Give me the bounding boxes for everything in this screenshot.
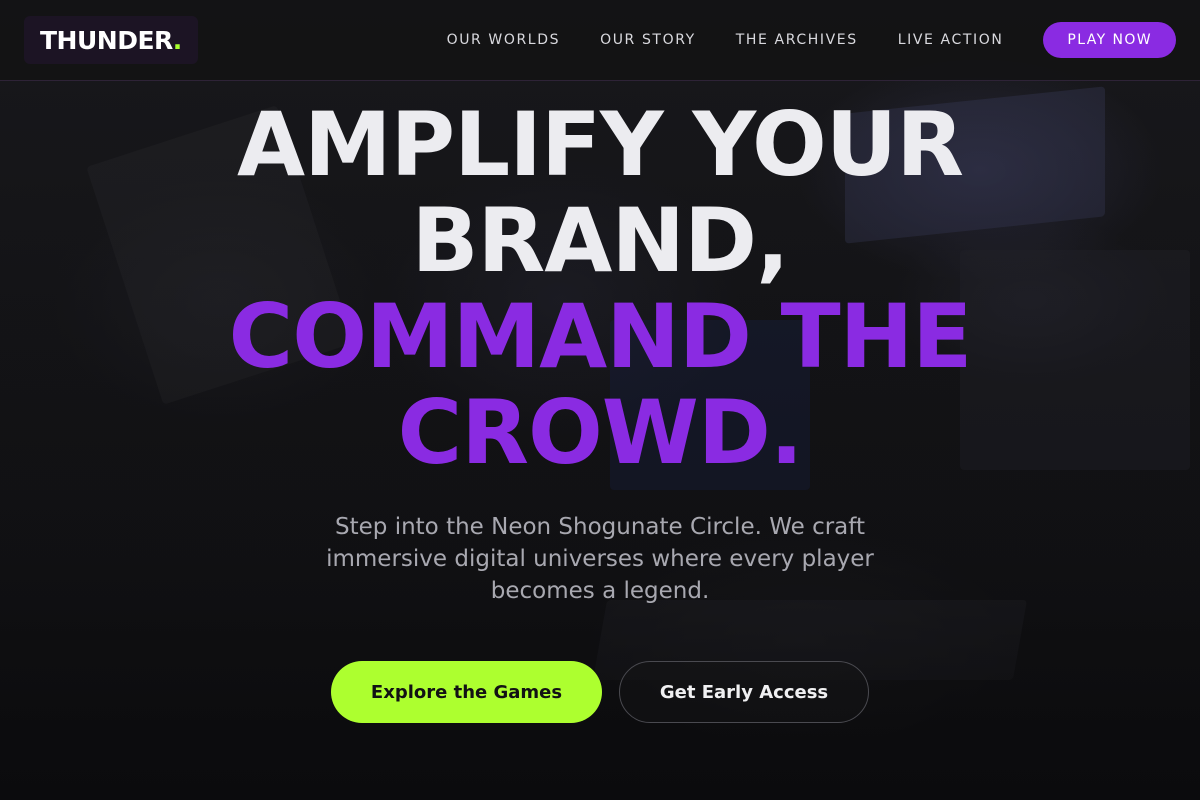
nav-the-archives[interactable]: THE ARCHIVES <box>736 32 858 48</box>
site-header: THUNDER. OUR WORLDS OUR STORY THE ARCHIV… <box>0 0 1200 81</box>
logo-dot: . <box>172 25 183 55</box>
logo[interactable]: THUNDER. <box>24 16 198 64</box>
play-now-button[interactable]: PLAY NOW <box>1043 22 1176 58</box>
nav-our-story[interactable]: OUR STORY <box>600 32 696 48</box>
headline-line-3: COMMAND THE <box>228 285 973 388</box>
hero-section: AMPLIFY YOUR BRAND, COMMAND THE CROWD. S… <box>0 81 1200 723</box>
headline-line-4: CROWD. <box>397 381 804 484</box>
nav-our-worlds[interactable]: OUR WORLDS <box>447 32 561 48</box>
cta-row: Explore the Games Get Early Access <box>0 661 1200 723</box>
logo-text: THUNDER <box>40 25 173 55</box>
nav-live-action[interactable]: LIVE ACTION <box>898 32 1004 48</box>
hero-subtext: Step into the Neon Shogunate Circle. We … <box>326 514 874 604</box>
main-nav: OUR WORLDS OUR STORY THE ARCHIVES LIVE A… <box>447 22 1176 58</box>
headline-line-1: AMPLIFY YOUR <box>236 93 964 196</box>
headline-line-2: BRAND, <box>411 189 789 292</box>
explore-games-button[interactable]: Explore the Games <box>331 661 602 723</box>
hero-headline: AMPLIFY YOUR BRAND, COMMAND THE CROWD. <box>0 97 1200 481</box>
early-access-button[interactable]: Get Early Access <box>619 661 869 723</box>
